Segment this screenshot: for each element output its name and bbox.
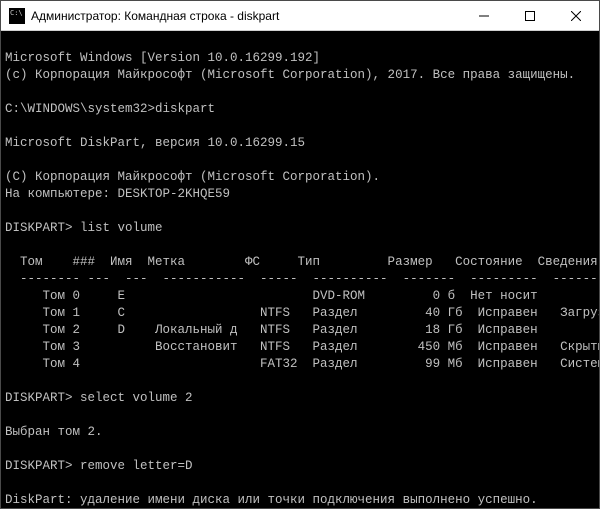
table-row: Том 0 E DVD-ROM 0 б Нет носит [5,289,538,303]
window-title: Администратор: Командная строка - diskpa… [31,9,461,23]
prompt-line: DISKPART> select volume 2 [5,391,193,405]
output-line: На компьютере: DESKTOP-2KHQE59 [5,187,230,201]
output-line: DiskPart: удаление имени диска или точки… [5,493,538,507]
prompt: C:\WINDOWS\system32> [5,102,155,116]
table-row: Том 2 D Локальный д NTFS Раздел 18 Гб Ис… [5,323,538,337]
titlebar: Администратор: Командная строка - diskpa… [1,1,599,31]
output-line: (C) Корпорация Майкрософт (Microsoft Cor… [5,170,380,184]
cmd-window: Администратор: Командная строка - diskpa… [0,0,600,509]
prompt: DISKPART> [5,221,80,235]
prompt: DISKPART> [5,459,80,473]
output-line: Microsoft Windows [Version 10.0.16299.19… [5,51,320,65]
prompt: DISKPART> [5,391,80,405]
table-row: Том 4 FAT32 Раздел 99 Мб Исправен Систем… [5,357,599,371]
output-line: (c) Корпорация Майкрософт (Microsoft Cor… [5,68,575,82]
titlebar-buttons [461,1,599,30]
cmd-icon [9,8,25,24]
terminal-output[interactable]: Microsoft Windows [Version 10.0.16299.19… [1,31,599,508]
maximize-button[interactable] [507,1,553,30]
output-line: Microsoft DiskPart, версия 10.0.16299.15 [5,136,305,150]
prompt-line: C:\WINDOWS\system32>diskpart [5,102,215,116]
prompt-line: DISKPART> remove letter=D [5,459,193,473]
command: diskpart [155,102,215,116]
table-row: Том 3 Восстановит NTFS Раздел 450 Мб Исп… [5,340,599,354]
command: remove letter=D [80,459,193,473]
maximize-icon [525,11,535,21]
minimize-button[interactable] [461,1,507,30]
close-button[interactable] [553,1,599,30]
table-row: Том 1 C NTFS Раздел 40 Гб Исправен Загру… [5,306,599,320]
output-line: Выбран том 2. [5,425,103,439]
command: select volume 2 [80,391,193,405]
minimize-icon [479,11,489,21]
prompt-line: DISKPART> list volume [5,221,163,235]
command: list volume [80,221,163,235]
table-header: Том ### Имя Метка ФС Тип Размер Состояни… [5,255,598,269]
close-icon [571,11,581,21]
table-divider: -------- --- --- ----------- ----- -----… [5,272,599,286]
